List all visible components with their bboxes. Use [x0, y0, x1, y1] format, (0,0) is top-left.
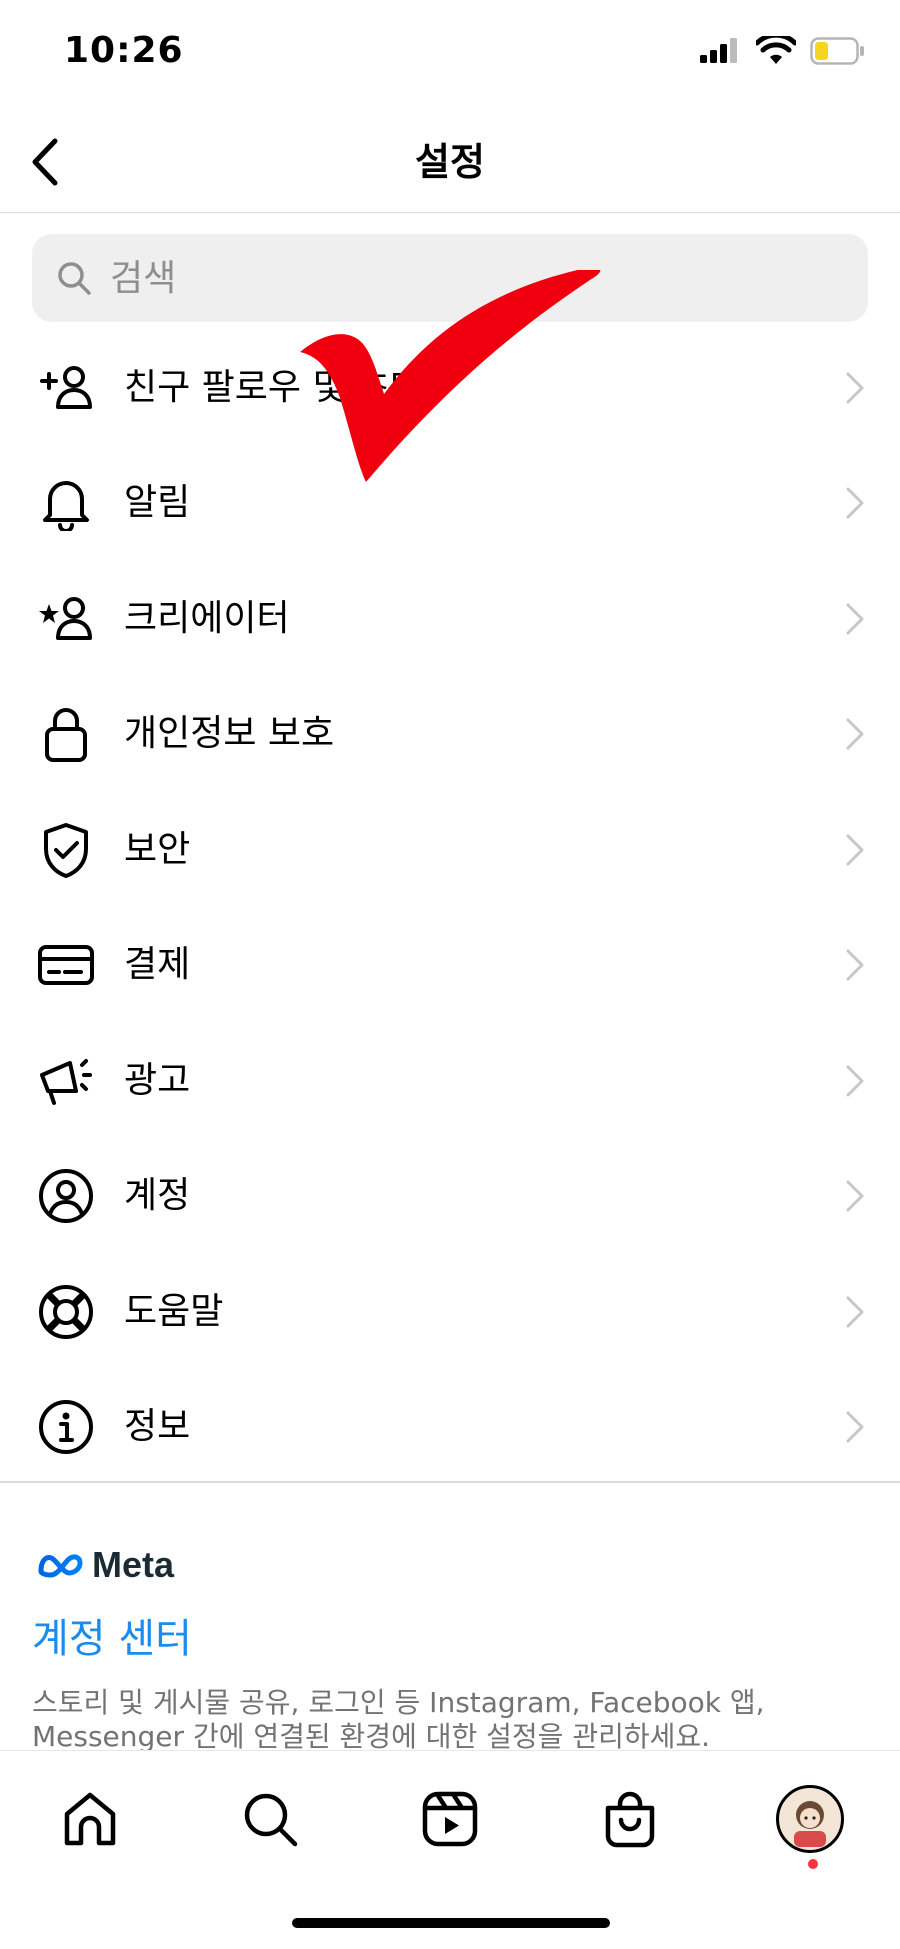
menu-label: 광고 — [124, 1059, 191, 1101]
nav-header: 설정 — [0, 110, 900, 213]
chevron-right-icon — [840, 1407, 870, 1447]
chevron-right-icon — [840, 1061, 870, 1101]
meta-brand-text: Meta — [92, 1544, 175, 1585]
menu-item-account[interactable]: 계정 — [0, 1139, 900, 1255]
add-person-icon — [34, 356, 98, 420]
search-input[interactable] — [108, 256, 832, 300]
notification-dot — [808, 1859, 818, 1869]
chevron-right-icon — [840, 599, 870, 639]
menu-item-ads[interactable]: 광고 — [0, 1023, 900, 1139]
search-bar[interactable] — [32, 234, 868, 322]
status-bar: 10:26 — [0, 0, 900, 110]
shop-icon — [605, 1791, 655, 1848]
menu-item-help[interactable]: 도움말 — [0, 1254, 900, 1370]
tab-reels[interactable] — [410, 1779, 490, 1859]
cellular-signal-icon — [700, 38, 737, 63]
chevron-right-icon — [840, 368, 870, 408]
home-icon — [64, 1792, 116, 1846]
chevron-right-icon — [840, 483, 870, 523]
account-circle-icon — [34, 1164, 98, 1228]
lock-icon — [34, 702, 98, 766]
shield-check-icon — [34, 818, 98, 882]
menu-item-follow-invite[interactable]: 친구 팔로우 및 초대 — [0, 330, 900, 446]
chevron-right-icon — [840, 1292, 870, 1332]
page-title: 설정 — [415, 140, 485, 184]
status-time: 10:26 — [64, 30, 184, 71]
menu-label: 알림 — [124, 482, 191, 524]
menu-item-security[interactable]: 보안 — [0, 792, 900, 908]
menu-item-about[interactable]: 정보 — [0, 1370, 900, 1486]
menu-item-notifications[interactable]: 알림 — [0, 446, 900, 562]
menu-item-privacy[interactable]: 개인정보 보호 — [0, 677, 900, 793]
chevron-right-icon — [840, 714, 870, 754]
menu-label: 친구 팔로우 및 초대 — [124, 366, 424, 408]
menu-item-creator[interactable]: 크리에이터 — [0, 561, 900, 677]
reels-icon — [422, 1791, 478, 1847]
meta-infinity-icon — [38, 1554, 83, 1578]
chevron-right-icon — [840, 945, 870, 985]
avatar — [776, 1785, 844, 1853]
wifi-icon — [756, 36, 796, 64]
search-icon — [54, 258, 94, 298]
credit-card-icon — [34, 933, 98, 997]
tab-shop[interactable] — [590, 1779, 670, 1859]
lifebuoy-icon — [34, 1280, 98, 1344]
menu-label: 결제 — [124, 944, 191, 986]
menu-label: 도움말 — [124, 1290, 224, 1332]
menu-label: 정보 — [124, 1406, 191, 1448]
info-icon — [34, 1395, 98, 1459]
accounts-center-description: 스토리 및 게시물 공유, 로그인 등 Instagram, Facebook … — [32, 1686, 765, 1752]
menu-item-payments[interactable]: 결제 — [0, 908, 900, 1024]
menu-label: 계정 — [124, 1175, 191, 1217]
tab-search[interactable] — [230, 1779, 310, 1859]
accounts-center-link[interactable]: 계정 센터 — [32, 1606, 192, 1664]
menu-label: 크리에이터 — [124, 597, 290, 639]
tab-profile[interactable] — [770, 1779, 850, 1859]
search-icon — [244, 1793, 298, 1847]
menu-label: 개인정보 보호 — [124, 713, 335, 755]
home-indicator — [292, 1918, 610, 1928]
chevron-right-icon — [840, 830, 870, 870]
settings-menu: 친구 팔로우 및 초대 알림 크리에이터 개인정보 보호 보안 결제 광고 계정… — [0, 330, 900, 1485]
section-divider — [0, 1481, 900, 1483]
bell-icon — [34, 471, 98, 535]
battery-icon — [810, 37, 864, 65]
menu-label: 보안 — [124, 828, 191, 870]
meta-logo: Meta — [36, 1544, 174, 1586]
chevron-right-icon — [840, 1176, 870, 1216]
star-person-icon — [34, 587, 98, 651]
tab-home[interactable] — [50, 1779, 130, 1859]
megaphone-icon — [34, 1049, 98, 1113]
status-icons — [698, 36, 866, 66]
